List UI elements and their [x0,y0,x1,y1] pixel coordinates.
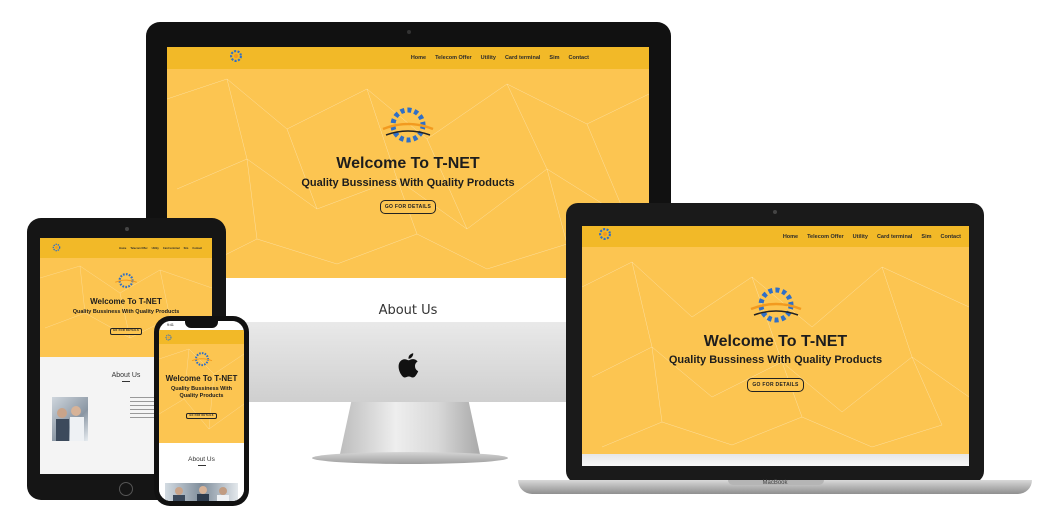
nav-menu: Home Telecom Offer Utility Card terminal… [119,247,202,250]
nav-item-card-terminal[interactable]: Card terminal [505,55,540,61]
nav-item-sim[interactable]: Sim [549,55,559,61]
laptop-camera [773,210,777,214]
nav-item-home[interactable]: Home [783,234,798,240]
nav-item-home[interactable]: Home [119,247,126,250]
site-navbar [159,330,244,344]
nav-logo-icon[interactable] [52,239,61,257]
laptop-screen: Home Telecom Offer Utility Card terminal… [582,226,969,466]
hero-title: Welcome To T-NET [90,297,162,306]
tnet-gear-icon [750,287,801,323]
site-navbar: Home Telecom Offer Utility Card terminal… [582,226,969,247]
tablet-camera [125,227,129,231]
phone-notch [185,321,218,328]
nav-item-contact[interactable]: Contact [192,247,202,250]
laptop-label: MacBook [762,480,788,486]
nav-item-telecom-offer[interactable]: Telecom Offer [807,234,844,240]
hero-title: Welcome To T-NET [336,155,480,172]
nav-item-sim[interactable]: Sim [921,234,931,240]
go-for-details-button[interactable]: GO FOR DETAILS [186,413,217,420]
hero-subtitle: Quality Bussiness With Quality Products [301,177,515,189]
nav-item-sim[interactable]: Sim [184,247,189,250]
about-section: About Us [159,443,244,501]
hero-title: Welcome To T-NET [703,333,848,350]
nav-item-contact[interactable]: Contact [569,55,589,61]
phone-time: 9:41 [167,323,174,327]
tnet-gear-icon [382,107,434,143]
about-team-image [52,397,88,441]
about-team-image [165,483,238,501]
hero-subtitle: Quality Bussiness With Quality Products [170,386,233,400]
hero-logo [159,351,244,373]
phone-screen: 9:41 Welcome To T-NET Quality Bussiness … [159,321,244,501]
hero-section: Welcome To T-NET Quality Bussiness With … [159,344,244,443]
nav-item-telecom-offer[interactable]: Telecom Offer [130,247,147,250]
apple-logo-icon [398,353,419,378]
nav-item-utility[interactable]: Utility [853,234,868,240]
site-navbar: Home Telecom Offer Utility Card terminal… [40,238,212,258]
hero-logo [40,272,212,295]
hero-section: Welcome To T-NET Quality Bussiness With … [582,247,969,454]
go-for-details-button[interactable]: GO FOR DETAILS [109,328,143,335]
nav-item-card-terminal[interactable]: Card terminal [877,234,912,240]
about-underline [122,381,130,382]
nav-item-telecom-offer[interactable]: Telecom Offer [435,55,472,61]
nav-item-card-terminal[interactable]: Card terminal [163,247,180,250]
nav-logo-icon[interactable] [229,49,243,68]
nav-menu: Home Telecom Offer Utility Card terminal… [411,55,589,61]
tnet-gear-icon [115,273,137,289]
hero-subtitle: Quality Bussiness With Quality Products [72,309,180,315]
imac-base [312,452,508,464]
site-navbar: Home Telecom Offer Utility Card terminal… [167,47,649,69]
imac-stand [340,402,480,454]
nav-menu: Home Telecom Offer Utility Card terminal… [783,234,961,240]
hero-subtitle: Quality Bussiness With Quality Products [668,354,883,366]
hero-title: Welcome To T-NET [165,374,238,383]
nav-logo-icon[interactable] [598,227,612,246]
about-section [582,454,969,466]
nav-item-home[interactable]: Home [411,55,426,61]
nav-item-contact[interactable]: Contact [941,234,961,240]
hero-logo [167,105,649,152]
about-underline [197,465,206,466]
about-title: About Us [188,456,215,463]
tnet-gear-icon [191,352,212,367]
hero-logo [582,285,969,332]
go-for-details-button[interactable]: GO FOR DETAILS [379,200,437,214]
nav-item-utility[interactable]: Utility [481,55,496,61]
go-for-details-button[interactable]: GO FOR DETAILS [747,378,804,392]
imac-camera [407,30,411,34]
tablet-home-button[interactable] [119,482,133,496]
nav-item-utility[interactable]: Utility [152,247,159,250]
